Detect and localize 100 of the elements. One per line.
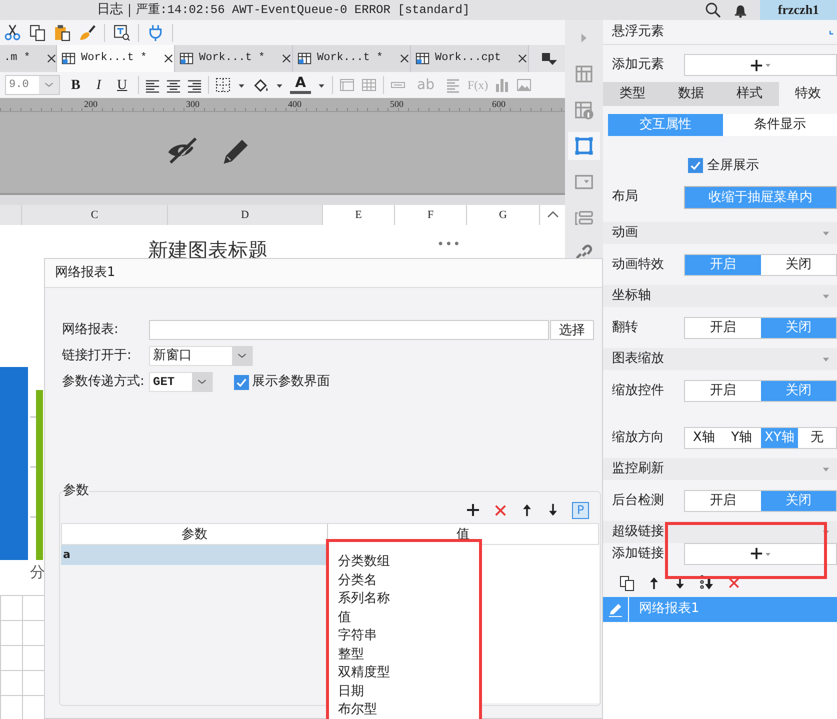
panel-tab[interactable]: 类型 (603, 82, 662, 106)
font-size-field[interactable]: 9.0 (5, 75, 60, 95)
dialog-title: 网络报表1 (45, 259, 602, 288)
align-center-icon[interactable] (166, 78, 182, 92)
column-header[interactable]: C (22, 205, 168, 225)
side-tool-button[interactable] (568, 132, 600, 160)
section-title: 超级链接 (612, 522, 664, 541)
field-label: 缩放方向 (612, 428, 665, 447)
section-title: 坐标轴 (612, 286, 651, 305)
plus-icon (749, 546, 764, 561)
section-title: 动画 (612, 224, 638, 242)
field-label: 添加链接 (612, 544, 665, 563)
dropdown-option[interactable]: 日期 (332, 682, 479, 701)
cut-icon[interactable] (4, 24, 21, 41)
plus-icon (749, 58, 764, 72)
dropdown-option[interactable]: 值 (332, 608, 479, 627)
field-label: 缩放控件 (612, 382, 665, 400)
field-label: 布局 (612, 188, 639, 206)
field-label: 添加元素 (612, 56, 665, 74)
dropdown-option[interactable]: 布尔型 (332, 701, 479, 719)
edit-icon[interactable] (608, 602, 623, 616)
frame-icon (574, 136, 594, 156)
plug-icon[interactable] (147, 24, 164, 41)
close-icon[interactable] (162, 52, 176, 65)
dropdown-option[interactable]: 整型 (332, 646, 479, 664)
checkbox-label: 全屏展示 (707, 157, 759, 175)
add-link-button[interactable] (684, 542, 837, 564)
bell-icon[interactable] (733, 2, 748, 18)
document-search-icon[interactable] (113, 24, 130, 41)
checkbox-label: 展示参数界面 (252, 373, 330, 392)
report-input-field[interactable] (149, 320, 549, 340)
checkbox[interactable] (688, 158, 703, 174)
tab-list-icon[interactable] (541, 51, 557, 67)
close-icon[interactable] (280, 52, 294, 65)
copy-icon[interactable] (619, 574, 635, 590)
delete-icon[interactable] (493, 502, 508, 518)
sheet-icon (415, 51, 430, 66)
more-options-button[interactable]: ••• (437, 235, 462, 253)
dropdown-option[interactable]: 系列名称 (332, 590, 479, 608)
panel-tab[interactable]: 数据 (662, 82, 720, 106)
field-label: 后台检测 (612, 492, 665, 510)
ruler-label: 500 (390, 98, 404, 111)
section-title: 图表缩放 (612, 350, 664, 368)
panel-tab[interactable]: 特效 (778, 82, 837, 106)
font-color-button[interactable]: A (290, 76, 311, 94)
close-icon[interactable] (398, 52, 412, 65)
search-icon[interactable] (705, 2, 721, 18)
close-icon[interactable] (45, 52, 58, 65)
dropdown-option[interactable]: 双精度型 (332, 664, 479, 682)
ruler-label: 600 (492, 98, 506, 111)
sheet-icon (297, 51, 312, 66)
sheet-icon (61, 51, 76, 66)
caret-icon (764, 61, 772, 69)
file-tab[interactable]: .m * (0, 45, 57, 72)
axis-label: 分 (30, 562, 45, 583)
field-label: 参数传递方式: (62, 373, 146, 392)
file-tab[interactable]: Work...t * (293, 45, 411, 72)
ruler-label: 300 (186, 98, 200, 111)
log-label: 日志 (97, 1, 123, 20)
align-left-icon[interactable] (145, 78, 160, 92)
field-label: 网络报表: (62, 321, 120, 340)
close-icon[interactable] (516, 52, 530, 65)
ruler-label: 400 (288, 98, 302, 111)
copy-icon[interactable] (29, 24, 46, 41)
choose-button[interactable]: 选择 (550, 320, 594, 340)
align-right-icon[interactable] (187, 78, 202, 92)
open-in-dropdown[interactable]: 新窗口 (149, 346, 253, 366)
file-tab[interactable]: Work...cpt (411, 45, 529, 72)
method-dropdown[interactable]: GET (149, 372, 213, 392)
bold-button[interactable]: B (66, 74, 86, 96)
sub-tab[interactable]: 条件显示 (722, 114, 837, 136)
field-label: 翻转 (612, 318, 639, 337)
field-label: 链接打开于: (62, 347, 132, 366)
dropdown-option[interactable]: 字符串 (332, 627, 479, 646)
fill-color-icon[interactable] (252, 76, 270, 94)
field-label: 动画特效 (612, 256, 665, 274)
file-tab[interactable]: Work...t * (175, 45, 293, 72)
column-header: 值 (456, 526, 470, 544)
underline-button[interactable]: U (112, 74, 132, 96)
table-cell[interactable]: a (61, 545, 327, 565)
paste-icon[interactable] (54, 24, 71, 41)
section-title: 监控刷新 (612, 460, 664, 478)
user-name[interactable]: frzczh1 (760, 0, 837, 20)
ruler-label: 200 (84, 98, 98, 111)
italic-button[interactable]: I (91, 74, 106, 96)
sheet-icon (179, 51, 194, 66)
file-tab[interactable]: Work...t * (57, 45, 175, 72)
log-message: 严重:14:02:56 AWT-EventQueue-0 ERROR [standard] (136, 2, 470, 19)
checkbox[interactable] (234, 374, 249, 390)
border-icon[interactable] (215, 77, 232, 93)
layout-value: 收缩于抽屉菜单内 (684, 186, 837, 208)
add-icon[interactable] (465, 502, 481, 518)
dropdown-option[interactable]: 分类数组 (332, 553, 479, 572)
brush-icon[interactable] (79, 24, 96, 41)
panel-tab[interactable]: 样式 (720, 82, 778, 106)
dropdown-option[interactable]: 分类名 (332, 572, 479, 590)
move-to-bottom-icon[interactable] (699, 574, 715, 590)
column-header[interactable]: D (168, 205, 323, 225)
grid-icon (574, 64, 594, 84)
info-grid-icon (574, 100, 594, 120)
